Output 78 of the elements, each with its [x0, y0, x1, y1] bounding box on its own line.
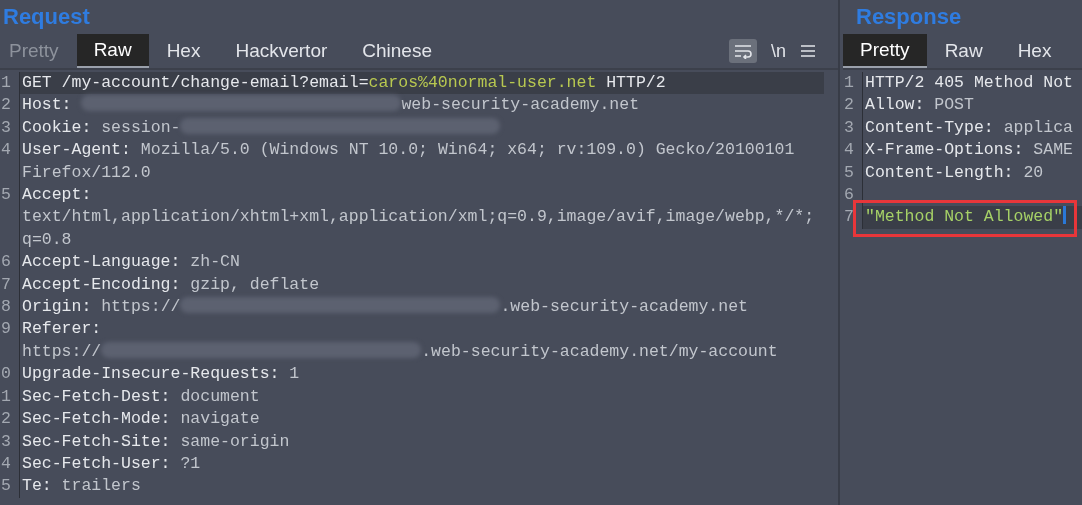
line-number: 1 — [843, 72, 863, 95]
code-text: Sec-Fetch-Mode: — [22, 409, 172, 429]
line-number: 5 — [0, 475, 20, 498]
line-number: 3 — [0, 430, 20, 453]
tab[interactable]: Chinese — [345, 34, 449, 68]
line-number: 5 — [843, 161, 863, 185]
tab[interactable]: Hex — [149, 34, 218, 68]
code-text: Content-Type: — [865, 117, 995, 137]
code-text: session- — [101, 117, 181, 137]
line-number: 2 — [843, 94, 863, 117]
code-text: Content-Length: — [865, 162, 1015, 182]
code-text: 20 — [1023, 162, 1044, 182]
line-number: 7 — [0, 273, 20, 297]
code-text: Te: — [22, 476, 53, 496]
code-text: ?1 — [180, 453, 201, 473]
code-text: Origin: — [22, 297, 93, 317]
code-text: q=0.8 — [22, 229, 72, 249]
code-text: same-origin — [180, 431, 290, 451]
code-text: X-Frame-Options: — [865, 140, 1025, 160]
code-text: .web-security-academy.net — [500, 297, 748, 317]
panel-title: Response — [855, 3, 963, 31]
code-text: navigate — [180, 409, 260, 429]
line-number: 6 — [843, 184, 863, 207]
code-text: zh-CN — [190, 252, 240, 272]
menu-icon[interactable] — [800, 44, 816, 58]
line-number: 3 — [843, 116, 863, 140]
code-text: HTTP/2 — [605, 73, 666, 92]
text-cursor — [1063, 206, 1067, 225]
code-text: applica — [1003, 117, 1073, 137]
line-number: 4 — [0, 139, 20, 162]
line-number: 0 — [0, 363, 20, 386]
code-text: web-security-academy.net — [401, 95, 640, 115]
code-text: SAME — [1033, 140, 1073, 160]
code-text: HTTP/2 405 Method Not — [865, 73, 1073, 92]
panel-title: Request — [2, 3, 91, 31]
code-text: https:// — [101, 297, 181, 317]
code-text: 1 — [289, 364, 300, 384]
line-number: 4 — [0, 452, 20, 476]
code-text: Accept: — [22, 185, 92, 205]
code-text: Accept-Language: — [22, 252, 182, 272]
line-number: 3 — [0, 116, 20, 140]
code-text: User-Agent: — [22, 140, 132, 160]
line-number: 9 — [0, 318, 20, 341]
code-text: Cookie: — [22, 117, 93, 137]
code-text: document — [180, 386, 260, 406]
line-number: 5 — [0, 184, 20, 207]
code-text: text/html,application/xhtml+xml,application/xml;q=0.9,image/avif,image/webp,*/*; — [22, 207, 815, 227]
code-text: GET /my-account/change-email?email= — [22, 73, 369, 92]
line-number: 2 — [0, 408, 20, 431]
code-text: Upgrade-Insecure-Requests: — [22, 364, 281, 384]
code-text: "Method Not Allowed" — [865, 207, 1064, 227]
tab[interactable]: Hackvertor — [218, 34, 345, 68]
tab[interactable]: Raw — [927, 34, 1000, 68]
line-number: 8 — [0, 296, 20, 319]
tab[interactable]: Pretty — [843, 34, 927, 68]
code-text: Firefox/112.0 — [22, 162, 151, 182]
code-text: https:// — [22, 341, 102, 361]
word-wrap-icon[interactable] — [729, 39, 757, 63]
code-text: gzip, deflate — [190, 274, 320, 294]
code-text: caros%40normal-user.net — [368, 73, 597, 92]
tab[interactable]: Raw — [76, 34, 149, 68]
line-number: 2 — [0, 94, 20, 117]
tab[interactable]: Hex — [1000, 34, 1069, 68]
code-text: .web-security-academy.net/my-account — [421, 341, 778, 361]
code-text: Sec-Fetch-Dest: — [22, 386, 172, 406]
code-text: trailers — [61, 476, 141, 496]
line-number: 1 — [0, 385, 20, 409]
code-text: Mozilla/5.0 (Windows NT 10.0; Win64; x64; rv:109.0) Gecko/20100101 — [140, 140, 795, 160]
code-text: POST — [934, 95, 974, 115]
line-number: 6 — [0, 251, 20, 274]
line-number: 4 — [843, 139, 863, 162]
newline-toggle[interactable]: \n — [771, 40, 786, 62]
code-text: Sec-Fetch-User: — [22, 453, 172, 473]
code-text: Accept-Encoding: — [22, 274, 182, 294]
code-text: Sec-Fetch-Site: — [22, 431, 172, 451]
code-text: Referer: — [22, 319, 102, 339]
code-text: Host: — [22, 95, 73, 115]
code-text: Allow: — [865, 95, 926, 115]
